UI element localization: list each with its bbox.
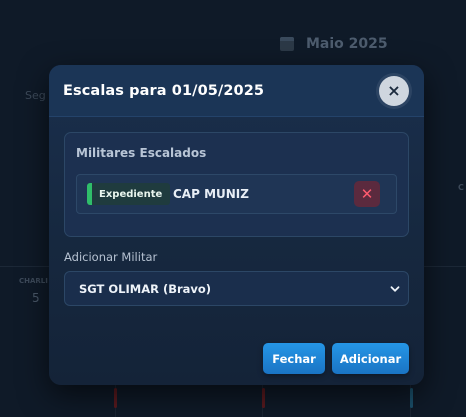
member-select[interactable]: SGT OLIMAR (Bravo) [64,271,409,306]
modal-title: Escalas para 01/05/2025 [63,82,265,99]
assigned-section-title: Militares Escalados [76,146,207,160]
assigned-section: Militares Escalados Expediente CAP MUNIZ… [64,132,409,237]
calendar-header: Maio 2025 [280,36,388,52]
remove-member-button[interactable]: ✕ [354,181,380,207]
close-icon[interactable]: × [379,75,409,106]
shift-type-badge: Expediente [87,183,171,205]
schedule-modal: Escalas para 01/05/2025 × Militares Esca… [49,65,424,385]
member-select-value: SGT OLIMAR (Bravo) [79,281,212,296]
add-button[interactable]: Adicionar [332,343,409,374]
modal-header: Escalas para 01/05/2025 × [49,65,424,117]
calendar-icon [280,37,294,51]
calendar-cell-label: CHARLI [19,277,48,285]
list-item: Expediente CAP MUNIZ ✕ [76,174,397,214]
shift-marker [410,388,413,408]
weekday-label: Seg [25,89,46,102]
close-icon: ✕ [360,185,374,203]
member-name: CAP MUNIZ [173,187,249,201]
shift-marker [262,388,265,408]
chevron-down-icon [390,285,400,292]
add-member-label: Adicionar Militar [64,250,158,264]
column-label: C [458,183,464,192]
close-button[interactable]: Fechar [263,343,325,374]
calendar-month-label: Maio 2025 [306,36,388,52]
calendar-day-number: 5 [32,291,40,305]
shift-marker [114,388,117,408]
